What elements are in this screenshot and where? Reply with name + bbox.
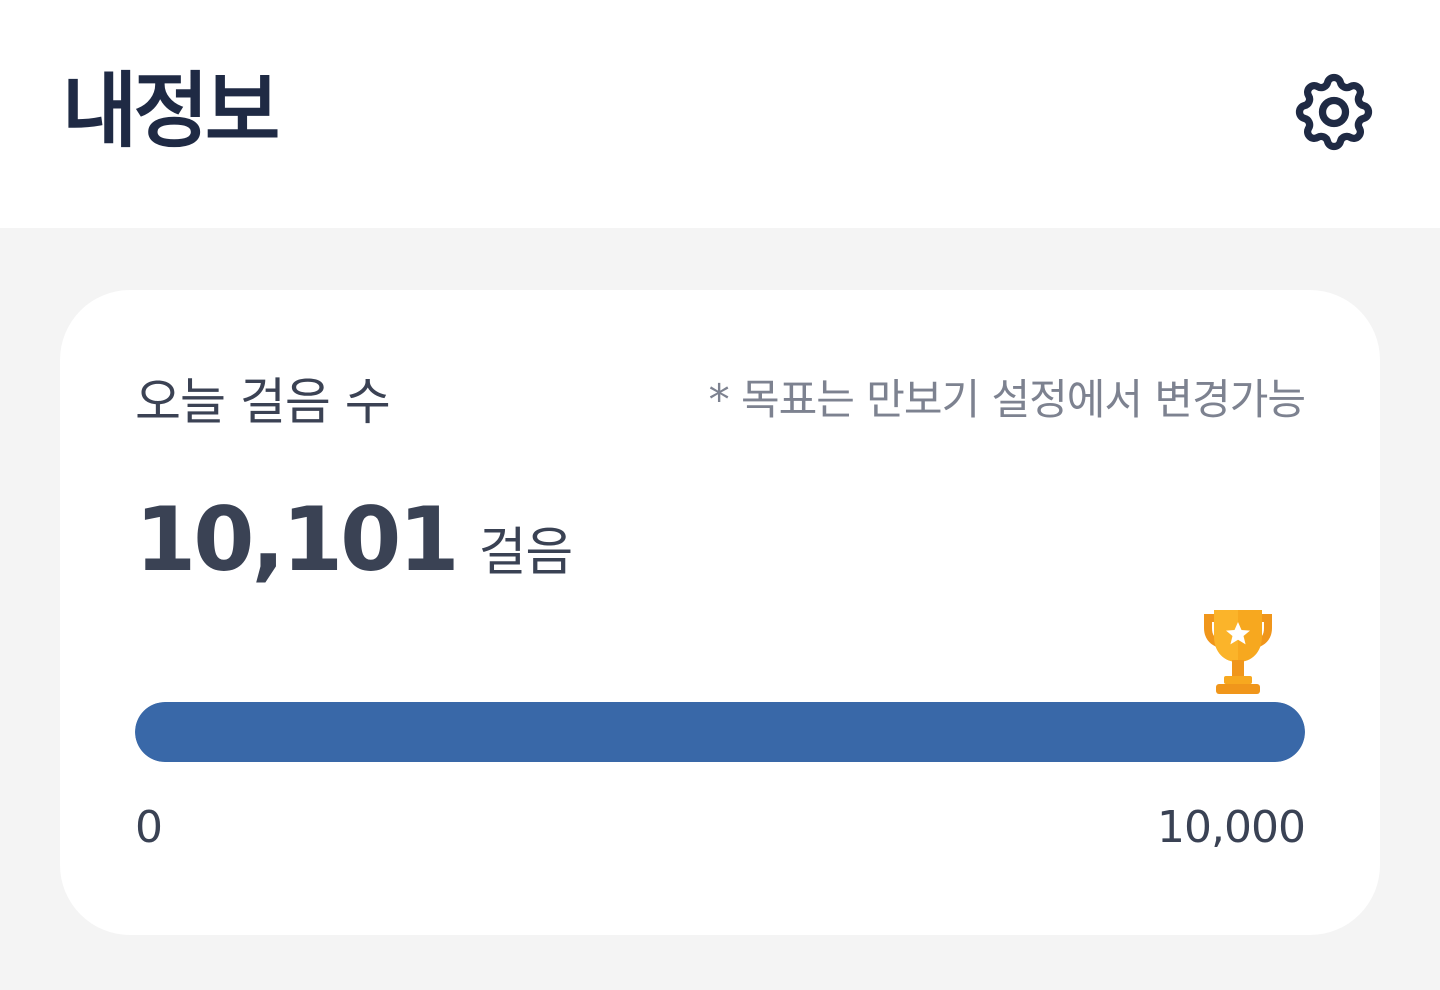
trophy-icon <box>1204 610 1272 694</box>
steps-progress-bar <box>135 702 1305 762</box>
steps-label: 오늘 걸음 수 <box>135 373 391 431</box>
page-title: 내정보 <box>62 64 280 159</box>
gear-icon <box>1295 73 1373 151</box>
steps-progress-fill <box>135 702 1305 762</box>
scale-min-label: 0 <box>135 802 163 853</box>
goal-note: * 목표는 만보기 설정에서 변경가능 <box>708 375 1306 424</box>
steps-row: 10,101 걸음 <box>135 488 574 591</box>
steps-card: 오늘 걸음 수 * 목표는 만보기 설정에서 변경가능 10,101 걸음 0 … <box>60 290 1380 935</box>
settings-button[interactable] <box>1286 64 1382 160</box>
scale-max-label: 10,000 <box>1157 802 1306 853</box>
header: 내정보 <box>0 0 1440 228</box>
steps-count: 10,101 <box>135 488 460 591</box>
steps-unit: 걸음 <box>478 523 574 583</box>
